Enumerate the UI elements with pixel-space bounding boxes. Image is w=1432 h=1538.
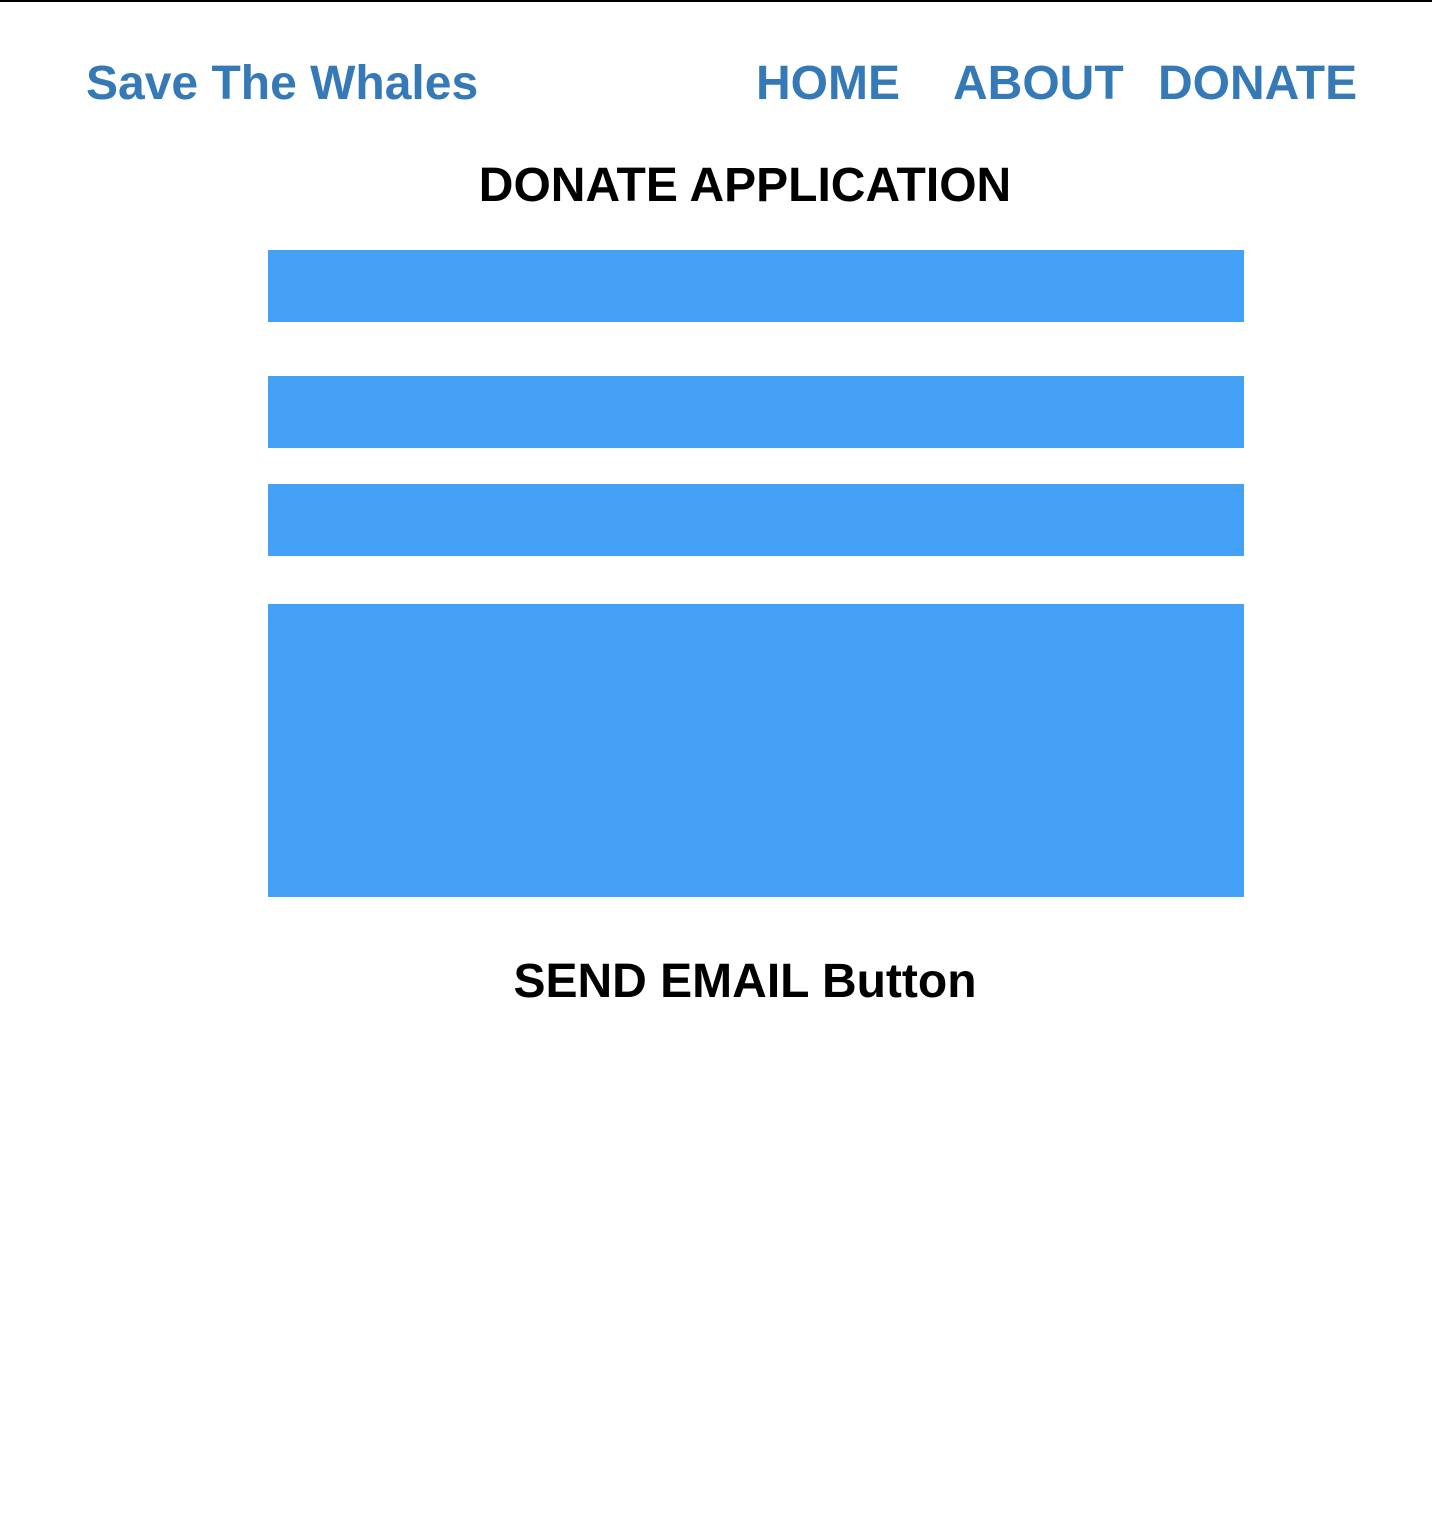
page-title: DONATE APPLICATION: [478, 159, 1012, 212]
form-field-1[interactable]: [268, 250, 1244, 322]
form-field-3[interactable]: [268, 484, 1244, 556]
nav-link-about[interactable]: ABOUT: [953, 56, 1124, 112]
send-email-button[interactable]: SEND EMAIL Button: [0, 954, 1432, 1010]
site-brand[interactable]: Save The Whales: [86, 56, 478, 112]
nav-link-donate[interactable]: DONATE: [1158, 56, 1357, 112]
message-textarea[interactable]: [268, 604, 1244, 897]
form-field-2[interactable]: [268, 376, 1244, 448]
nav-link-home[interactable]: HOME: [756, 56, 900, 112]
top-border: [0, 0, 1432, 2]
